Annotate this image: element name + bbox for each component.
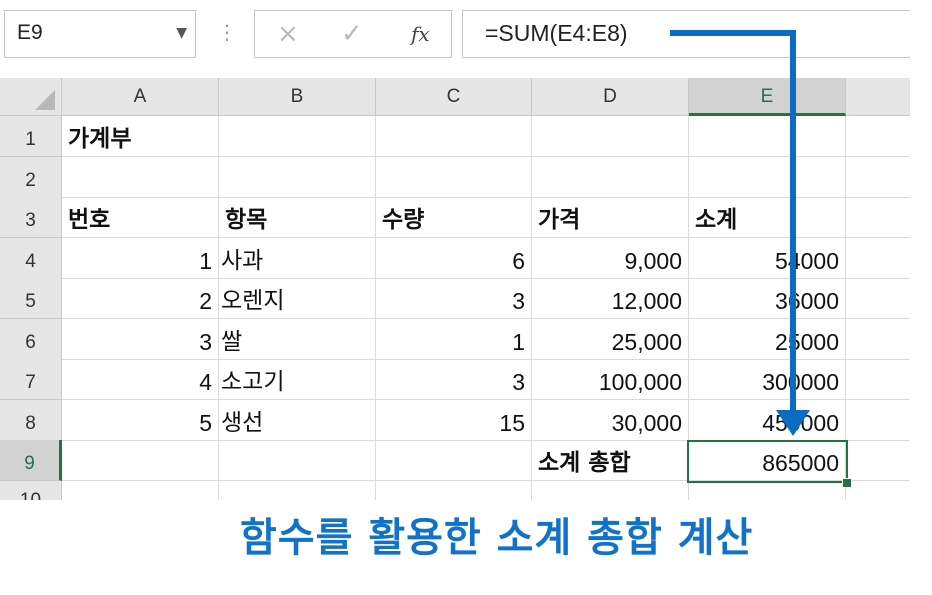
cell-b9[interactable]: [219, 440, 376, 481]
cell-c5[interactable]: 3: [376, 278, 532, 319]
cell-b7[interactable]: 소고기: [219, 359, 376, 400]
cell-e8[interactable]: 450000: [689, 399, 846, 441]
cell-a9[interactable]: [62, 440, 219, 481]
arrow-down-icon: [776, 410, 810, 436]
cell-a8[interactable]: 5: [62, 399, 219, 441]
cell-d2[interactable]: [532, 156, 689, 198]
row-header-5[interactable]: 5: [0, 278, 62, 319]
cell-f4[interactable]: [846, 238, 910, 279]
column-header-e[interactable]: E: [689, 78, 846, 116]
cell-c4[interactable]: 6: [376, 237, 532, 279]
cancel-icon[interactable]: ×: [277, 19, 299, 49]
cell-d8[interactable]: 30,000: [532, 399, 689, 441]
cell-a3[interactable]: 번호: [62, 197, 219, 238]
cell-a7[interactable]: 4: [62, 359, 219, 400]
chevron-down-icon[interactable]: ▼: [176, 25, 187, 41]
insert-function-icon[interactable]: fx: [411, 22, 430, 46]
cell-c7[interactable]: 3: [376, 359, 532, 400]
cell-e2[interactable]: [689, 156, 846, 198]
cell-f5[interactable]: [846, 278, 910, 319]
formula-buttons: × ✓ fx: [254, 10, 452, 58]
cell-a1[interactable]: 가계부: [62, 116, 219, 157]
cell-d3[interactable]: 가격: [532, 197, 689, 238]
row-header-6[interactable]: 6: [0, 318, 62, 360]
cell-c9[interactable]: [376, 440, 532, 481]
cell-d7[interactable]: 100,000: [532, 359, 689, 400]
fill-handle[interactable]: [842, 478, 852, 488]
annotation-arrow-horizontal: [670, 30, 796, 36]
cell-a4[interactable]: 1: [62, 237, 219, 279]
select-all-triangle-icon: [35, 90, 55, 110]
column-header-d[interactable]: D: [532, 78, 689, 116]
cell-e7[interactable]: 300000: [689, 359, 846, 400]
cell-f7[interactable]: [846, 359, 910, 400]
cell-d4[interactable]: 9,000: [532, 237, 689, 279]
cell-d6[interactable]: 25,000: [532, 318, 689, 360]
annotation-arrow-vertical: [790, 30, 796, 415]
row-header-10[interactable]: 10: [0, 480, 62, 500]
row-header-4[interactable]: 4: [0, 237, 62, 279]
cell-e4[interactable]: 54000: [689, 237, 846, 279]
cell-b1[interactable]: [219, 116, 376, 157]
cell-e10[interactable]: [689, 480, 846, 500]
cell-b2[interactable]: [219, 156, 376, 198]
cell-d9[interactable]: 소계 총합: [532, 440, 689, 481]
drag-handle-icon[interactable]: ⋮: [217, 20, 237, 44]
row-header-1[interactable]: 1: [0, 116, 62, 157]
cell-f6[interactable]: [846, 319, 910, 360]
cell-e6[interactable]: 25000: [689, 318, 846, 360]
column-header-b[interactable]: B: [219, 78, 376, 116]
cell-c6[interactable]: 1: [376, 318, 532, 360]
name-box[interactable]: E9 ▼: [4, 10, 196, 58]
cell-f2[interactable]: [846, 157, 910, 198]
cell-a10[interactable]: [62, 480, 219, 500]
cell-c10[interactable]: [376, 480, 532, 500]
cell-e1[interactable]: [689, 116, 846, 157]
row-header-7[interactable]: 7: [0, 359, 62, 400]
name-box-value: E9: [17, 21, 43, 44]
annotation-caption: 함수를 활용한 소계 총합 계산: [240, 515, 754, 561]
cell-a2[interactable]: [62, 156, 219, 198]
cell-e5[interactable]: 36000: [689, 278, 846, 319]
cell-b10[interactable]: [219, 480, 376, 500]
active-cell-border: [687, 440, 848, 483]
cell-b5[interactable]: 오렌지: [219, 278, 376, 319]
row-header-3[interactable]: 3: [0, 197, 62, 238]
cell-f8[interactable]: [846, 400, 910, 441]
cell-d5[interactable]: 12,000: [532, 278, 689, 319]
cell-e3[interactable]: 소계: [689, 197, 846, 238]
cell-a6[interactable]: 3: [62, 318, 219, 360]
cell-a5[interactable]: 2: [62, 278, 219, 319]
row-header-2[interactable]: 2: [0, 156, 62, 198]
cell-c1[interactable]: [376, 116, 532, 157]
cell-d1[interactable]: [532, 116, 689, 157]
cell-f10[interactable]: [846, 481, 910, 501]
cell-b4[interactable]: 사과: [219, 237, 376, 279]
cell-c8[interactable]: 15: [376, 399, 532, 441]
cell-b3[interactable]: 항목: [219, 197, 376, 238]
row-header-8[interactable]: 8: [0, 399, 62, 441]
column-header-f[interactable]: [846, 78, 910, 116]
formula-text: =SUM(E4:E8): [485, 20, 628, 46]
select-all-corner[interactable]: [0, 78, 62, 116]
cell-c2[interactable]: [376, 156, 532, 198]
cell-f9[interactable]: [846, 440, 910, 481]
column-header-c[interactable]: C: [376, 78, 532, 116]
column-header-a[interactable]: A: [62, 78, 219, 116]
cell-b8[interactable]: 생선: [219, 399, 376, 441]
enter-check-icon[interactable]: ✓: [341, 19, 363, 49]
cell-c3[interactable]: 수량: [376, 197, 532, 238]
cell-b6[interactable]: 쌀: [219, 318, 376, 360]
cell-f1[interactable]: [846, 116, 910, 157]
spreadsheet: E9 ▼ ⋮ × ✓ fx =SUM(E4:E8) ABCDE 12345678…: [0, 0, 910, 500]
row-header-9[interactable]: 9: [0, 440, 62, 481]
cell-f3[interactable]: [846, 197, 910, 238]
cell-d10[interactable]: [532, 480, 689, 500]
